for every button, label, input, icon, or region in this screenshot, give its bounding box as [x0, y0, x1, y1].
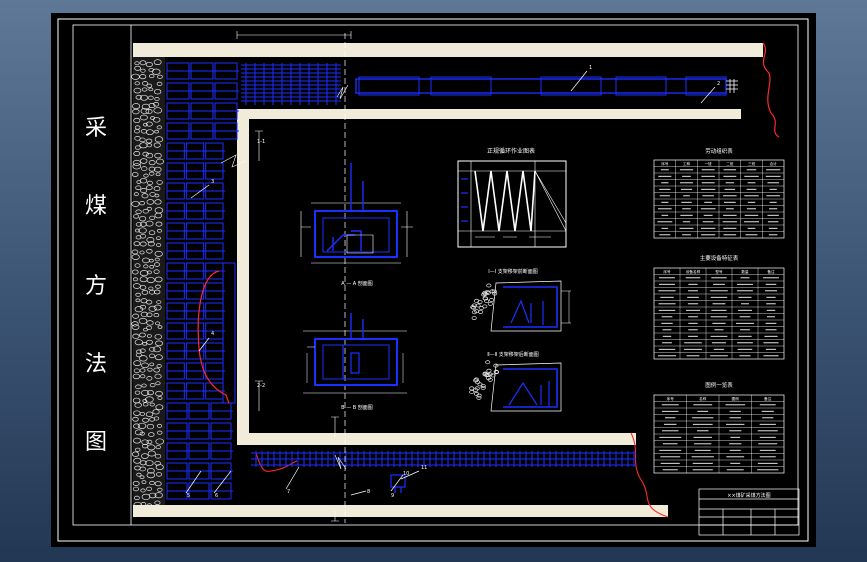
title-char-3: 方	[84, 274, 107, 299]
callout-label: 7	[287, 489, 290, 495]
equipment-table-header: 型号	[715, 269, 723, 274]
title-char-4: 法	[84, 352, 107, 377]
legend-table-header: 名称	[699, 396, 707, 401]
rock-fragment	[469, 386, 475, 391]
top-roadway-break	[762, 42, 780, 138]
callout-label: 2	[717, 81, 720, 87]
section-a-drawing	[300, 163, 413, 264]
callout-label: 3	[211, 179, 214, 185]
bottom-cart	[390, 474, 406, 493]
equipment-table-title: 主要设备特征表	[700, 254, 739, 262]
coal-face-hatch	[133, 57, 165, 509]
rock-fragment	[482, 304, 488, 309]
rock-fragment	[486, 368, 492, 373]
equipment-table-header: 序号	[663, 269, 671, 274]
equipment-table-header: 数量	[741, 269, 749, 274]
hydraulic-supports	[166, 62, 239, 500]
main-roadway	[237, 109, 741, 445]
callout-label: 10	[403, 471, 409, 477]
bottom-track	[251, 452, 636, 466]
rock-fragment	[471, 316, 477, 320]
legend-table-title: 图例一览表	[705, 381, 733, 389]
rock-fragment	[488, 298, 495, 302]
top-roadway	[133, 43, 763, 57]
section-b-drawing	[303, 313, 407, 394]
labor-table-header: 工种	[683, 161, 691, 166]
section-label-1: 1-1	[257, 139, 265, 145]
labor-table-title: 劳动组织表	[705, 147, 733, 155]
data-tables: 劳动组织表序号 工种 一班 二班 三班 合计主要设备特征表序号 设备名称 型号 数量 备注图例一览…	[653, 147, 785, 474]
section-a-title: A — A 剖面图	[341, 280, 373, 287]
cad-drawing: 1 2 3 4 5 6 7 8 9 10 11 A — A 剖面图 B — B 剖面图 1-1 2-…	[57, 18, 809, 542]
advance-1-drawing	[490, 280, 571, 332]
roof-hatching	[241, 63, 341, 105]
callout-label: 8	[367, 489, 370, 495]
callout-label: 4	[211, 331, 214, 337]
section-label-2: 2-2	[257, 383, 265, 389]
callout-label: 1	[589, 65, 592, 71]
legend-table-header: 序号	[667, 396, 675, 401]
legend-table-header: 图例	[732, 396, 740, 401]
labor-table-header: 序号	[661, 161, 669, 166]
bottom-roadway-break	[630, 432, 669, 518]
equipment-table-header: 备注	[767, 269, 775, 274]
rock-fragment	[485, 360, 491, 365]
rock-fragment	[469, 389, 475, 394]
rock-fragment	[486, 283, 492, 288]
title-char-1: 采	[84, 116, 107, 141]
title-char-2: 煤	[84, 194, 107, 219]
cycle-chart-title: 正规循环作业图表	[487, 147, 535, 155]
cycle-chart	[457, 160, 567, 248]
equipment-table-header: 设备名称	[686, 269, 701, 274]
callout-label: 6	[215, 493, 218, 499]
advance-1-title: Ⅰ—Ⅰ 支架移架前断面图	[488, 268, 538, 275]
callout-label: 5	[187, 493, 190, 499]
rock-fragment	[487, 301, 493, 306]
shearer-track	[222, 262, 236, 404]
legend-table-header: 备注	[764, 396, 772, 401]
callout-label: 11	[421, 465, 427, 471]
labor-table-header: 合计	[770, 161, 778, 166]
callout-label: 9	[391, 493, 394, 499]
advance-2-title: Ⅱ—Ⅱ 支架移架后断面图	[487, 351, 539, 358]
inner-frame	[72, 24, 799, 526]
labor-table-header: 二班	[726, 161, 734, 166]
advance-2-drawing	[490, 362, 562, 412]
title-char-5: 图	[84, 430, 107, 455]
bottom-roadway	[133, 505, 668, 517]
drawing-sheet: 1 2 3 4 5 6 7 8 9 10 11 A — A 剖面图 B — B 剖面图 1-1 2-…	[51, 13, 816, 547]
callout-leaders	[185, 70, 716, 496]
labor-table-header: 一班	[705, 161, 713, 166]
section-b-title: B — B 剖面图	[341, 404, 373, 411]
labor-table-header: 三班	[748, 161, 756, 166]
title-block-name: ××煤矿采煤方法图	[727, 492, 770, 499]
belt-end	[726, 79, 738, 93]
